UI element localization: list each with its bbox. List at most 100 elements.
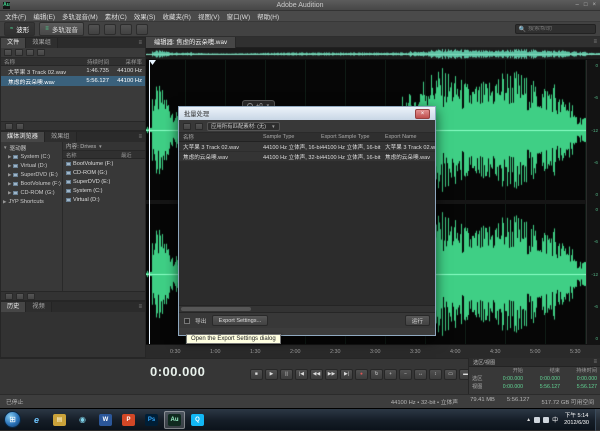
contents-row[interactable]: BootVolume (F:) (63, 159, 145, 168)
razor-tool-icon[interactable] (104, 24, 116, 35)
panel-menu-icon[interactable]: ≡ (593, 359, 597, 365)
tree-item-drive[interactable]: ▶System (C:) (1, 152, 62, 161)
caret-right-icon[interactable]: ▶ (8, 190, 11, 196)
media-footer-icon[interactable] (27, 293, 35, 300)
menu-file[interactable]: 文件(F) (5, 11, 26, 21)
tree-item-drive[interactable]: ▶BootVolume (F:) (1, 179, 62, 188)
word-icon[interactable]: W (95, 411, 116, 429)
panel-menu-icon[interactable]: ≡ (138, 134, 142, 140)
media-footer-icon[interactable] (16, 293, 24, 300)
tree-root-drives[interactable]: ▼ 驱动器 (1, 143, 62, 152)
scrollbar-thumb[interactable] (181, 307, 251, 311)
caret-down-icon[interactable]: ▼ (98, 144, 102, 149)
menu-multitrack[interactable]: 多轨混音(M) (62, 11, 98, 21)
menu-window[interactable]: 窗口(W) (227, 11, 250, 21)
file-explorer-icon[interactable]: ▤ (49, 411, 70, 429)
panel-menu-icon[interactable]: ≡ (138, 40, 142, 46)
panel-menu-icon[interactable]: ≡ (138, 304, 142, 310)
tree-item-drive[interactable]: ▶Virtual (D:) (1, 161, 62, 170)
qq-icon[interactable]: Q (187, 411, 208, 429)
tab-media-browser[interactable]: 媒体浏览器 (1, 132, 45, 142)
menu-edit[interactable]: 编辑(E) (33, 11, 55, 21)
media-player-icon[interactable]: ◉ (72, 411, 93, 429)
export-settings-button[interactable]: Export Settings... (212, 315, 269, 326)
run-button[interactable]: 运行 (405, 315, 430, 326)
caret-right-icon[interactable]: ▶ (8, 181, 11, 187)
column-name[interactable]: 名称 (63, 151, 121, 159)
volume-icon[interactable] (543, 417, 549, 423)
minimize-button[interactable]: – (576, 2, 579, 8)
move-tool-icon[interactable] (88, 24, 100, 35)
slip-tool-icon[interactable] (120, 24, 132, 35)
zoom-out-button[interactable]: − (399, 369, 412, 380)
fast-forward-button[interactable]: ▶▶ (325, 369, 338, 380)
internet-explorer-icon[interactable]: e (26, 411, 47, 429)
file-row-selected[interactable]: 焦虑的云朵噢.wav 5:56.127 44100 Hz (1, 76, 145, 86)
column-rate[interactable]: 采样率 (109, 58, 145, 66)
close-file-icon[interactable] (37, 49, 45, 56)
column-recent[interactable]: 最近 (121, 151, 145, 159)
menu-view[interactable]: 视图(V) (198, 11, 220, 21)
timeline-ruler[interactable]: 0:30 1:00 1:30 2:00 2:30 3:00 3:30 4:00 … (146, 344, 600, 358)
language-indicator[interactable]: 中 (552, 415, 558, 424)
caret-right-icon[interactable]: ▶ (3, 199, 6, 205)
move-to-next-button[interactable]: ▶| (340, 369, 353, 380)
move-to-previous-button[interactable]: |◀ (295, 369, 308, 380)
tab-files[interactable]: 文件 (1, 38, 26, 48)
zoom-in-button[interactable]: + (384, 369, 397, 380)
record-button[interactable]: ● (355, 369, 368, 380)
insert-to-multitrack-icon[interactable] (26, 49, 34, 56)
import-file-icon[interactable] (15, 49, 23, 56)
amplitude-ruler[interactable]: 0 -6 -12 -6 0 0 -6 -12 -6 0 (586, 60, 600, 344)
waveform-view-button[interactable]: ≈ 波形 (4, 22, 35, 36)
open-file-icon[interactable] (4, 49, 12, 56)
contents-row[interactable]: Virtual (D:) (63, 195, 145, 204)
show-desktop-button[interactable] (595, 409, 600, 431)
rewind-button[interactable]: ◀◀ (310, 369, 323, 380)
selection-view-title[interactable]: 选区/视图 (469, 359, 499, 366)
loop-button[interactable]: ↻ (370, 369, 383, 380)
tree-item-drive[interactable]: ▶CD-ROM (G:) (1, 188, 62, 197)
zoom-horizontal-button[interactable]: ↔ (414, 369, 427, 380)
panel-menu-icon[interactable]: ≡ (593, 39, 597, 45)
editor-tab[interactable]: 编辑器: 焦虑的云朵噢.wav (146, 37, 236, 48)
column-name[interactable]: 名称 (179, 133, 263, 141)
caret-right-icon[interactable]: ▶ (8, 163, 11, 169)
file-row[interactable]: 大苹果 3 Track 02.wav 1:46.735 44100 Hz (1, 66, 145, 76)
tab-history[interactable]: 历史 (1, 302, 26, 312)
tab-effects-rack[interactable]: 效果组 (26, 38, 58, 48)
selection-start[interactable]: 0:00.000 (489, 375, 526, 383)
photoshop-icon[interactable]: Ps (141, 411, 162, 429)
view-duration[interactable]: 5:56.127 (563, 383, 600, 391)
column-sample-type[interactable]: Sample Type (263, 134, 321, 140)
caret-right-icon[interactable]: ▶ (8, 172, 11, 178)
menu-favorites[interactable]: 收藏夹(R) (162, 11, 191, 21)
remove-files-icon[interactable] (195, 123, 203, 130)
column-export-sample-type[interactable]: Export Sample Type (321, 134, 385, 140)
dialog-horizontal-scrollbar[interactable] (179, 305, 435, 312)
add-files-icon[interactable] (183, 123, 191, 130)
menu-help[interactable]: 帮助(H) (257, 11, 279, 21)
zoom-selection-button[interactable]: ▭ (444, 369, 457, 380)
files-footer-icon[interactable] (16, 123, 24, 130)
contents-row[interactable]: System (C:) (63, 186, 145, 195)
stop-button[interactable]: ■ (250, 369, 263, 380)
dialog-file-row[interactable]: 焦虑的云朵噢.wav 44100 Hz 立体声, 32-bit 44100 Hz… (179, 152, 435, 162)
waveform-overview-strip[interactable] (146, 48, 600, 60)
start-button[interactable]: ⊞ (4, 411, 21, 428)
maximize-button[interactable]: □ (584, 2, 588, 8)
caret-right-icon[interactable]: ▶ (8, 154, 11, 160)
selection-end[interactable]: 0:00.000 (526, 375, 563, 383)
dialog-file-row[interactable]: 大苹果 3 Track 02.wav 44100 Hz 立体声, 16-bit … (179, 142, 435, 152)
media-footer-icon[interactable] (5, 293, 13, 300)
contents-row[interactable]: SuperDVD (E:) (63, 177, 145, 186)
selection-duration[interactable]: 0:00.000 (563, 375, 600, 383)
view-start[interactable]: 0:00.000 (489, 383, 526, 391)
export-checkbox[interactable] (184, 318, 190, 324)
play-button[interactable]: ▶ (265, 369, 278, 380)
column-export-name[interactable]: Export Name (385, 134, 435, 140)
close-button[interactable]: × (592, 2, 596, 8)
pause-button[interactable]: || (280, 369, 293, 380)
tab-video[interactable]: 视频 (26, 302, 51, 312)
column-name[interactable]: 名称 (1, 58, 77, 66)
